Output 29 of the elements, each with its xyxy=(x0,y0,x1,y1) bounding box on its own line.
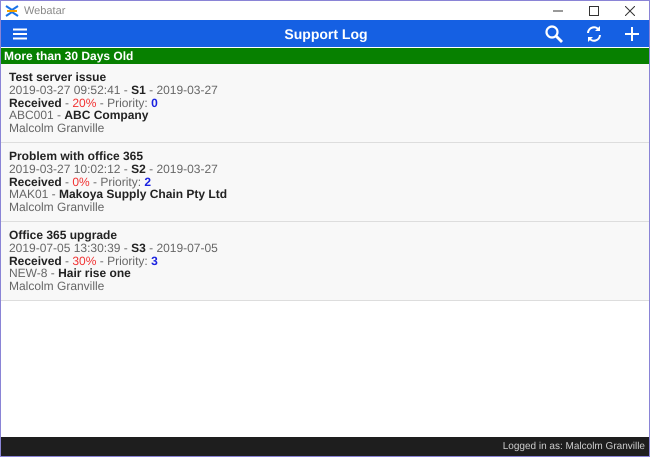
login-status: Logged in as: Malcolm Granville xyxy=(502,441,645,452)
close-icon[interactable] xyxy=(625,6,635,16)
ticket-detail: Received - 0% - Priority: 2 xyxy=(9,176,152,188)
maximize-icon[interactable] xyxy=(589,6,599,16)
menu-icon[interactable] xyxy=(13,28,27,40)
ticket-title: Test server issue xyxy=(9,71,108,84)
ticket-detail: Received - 20% - Priority: 0 xyxy=(9,96,159,109)
ticket-detail: ABC001 - ABC Company xyxy=(9,109,150,122)
ticket-card[interactable]: Problem with office 365 2019-03-27 10:02:12 - S2 - 2019-03-27 Received - 0% - Priority: 2 MAK01 - Makoya Supply Chain Pty Ltd Malcolm Granville xyxy=(1,143,649,222)
window-title: Webatar xyxy=(24,4,66,16)
ticket-detail: Malcolm Granville xyxy=(9,280,106,292)
add-icon[interactable] xyxy=(625,26,639,40)
ticket-detail: 2019-03-27 10:02:12 - S2 - 2019-03-27 xyxy=(9,163,219,176)
page-title: Support Log xyxy=(283,26,369,42)
ticket-detail: NEW-8 - Hair rise one xyxy=(9,267,131,280)
ticket-detail: Received - 30% - Priority: 3 xyxy=(9,254,159,267)
ticket-card[interactable]: Office 365 upgrade 2019-07-05 13:30:39 - S3 - 2019-07-05 Received - 30% - Priority: 3 NEW-8 - Hair rise one Malcolm Granville xyxy=(1,222,649,301)
app-logo-icon xyxy=(5,4,19,16)
ticket-detail: Malcolm Granville xyxy=(9,200,106,213)
ticket-detail: MAK01 - Makoya Supply Chain Pty Ltd xyxy=(9,188,228,200)
ticket-title: Office 365 upgrade xyxy=(9,229,118,242)
search-icon[interactable] xyxy=(545,24,563,42)
ticket-detail: 2019-03-27 09:52:41 - S1 - 2019-03-27 xyxy=(9,84,219,96)
refresh-icon[interactable] xyxy=(585,24,603,42)
ticket-detail: Malcolm Granville xyxy=(9,122,104,134)
ticket-card[interactable]: Test server issue 2019-03-27 09:52:41 - S1 - 2019-03-27 Received - 20% - Priority: 0 ABC001 - ABC Company Malcolm Granville xyxy=(1,64,649,143)
ticket-title: Problem with office 365 xyxy=(9,150,144,163)
ticket-detail: 2019-07-05 13:30:39 - S3 - 2019-07-05 xyxy=(9,242,219,254)
section-heading: More than 30 Days Old xyxy=(1,48,649,64)
